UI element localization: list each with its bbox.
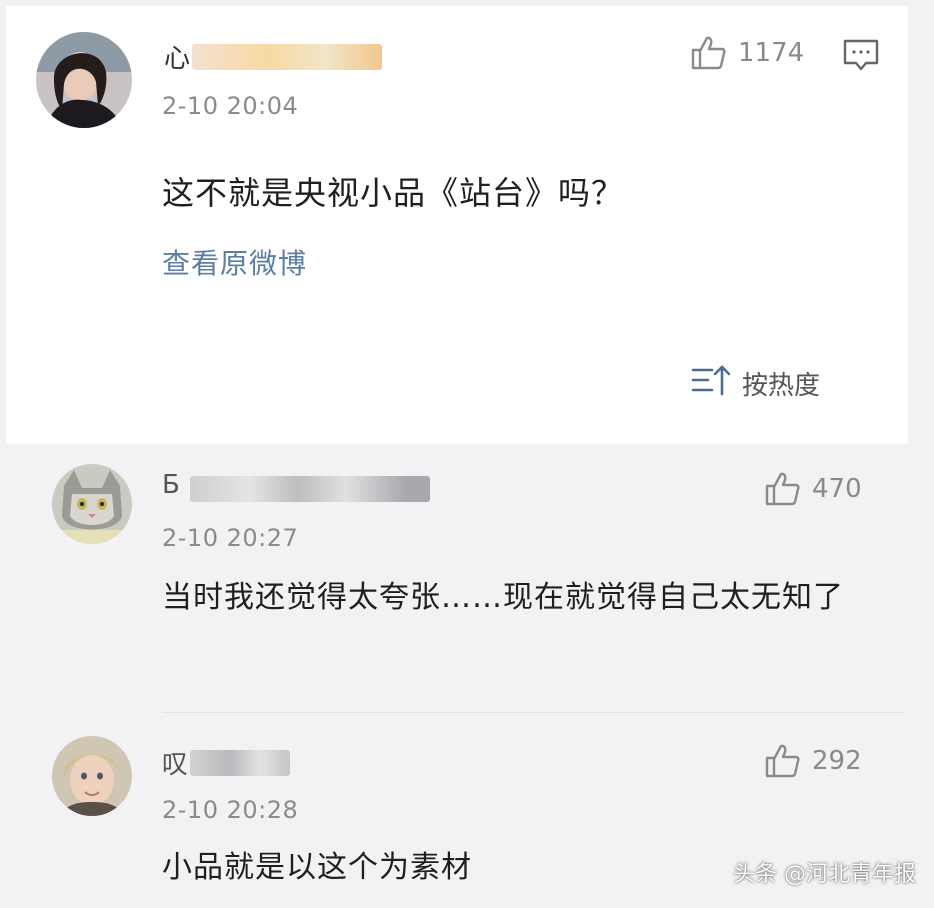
- weibo-comments-screenshot: 心 2-10 20:04 1174 这不就是央视小品《站台》吗？ 查看原微博 按…: [0, 0, 934, 908]
- watermark: 头条 @河北青年报: [733, 862, 916, 887]
- like-count: 470: [812, 474, 862, 504]
- sort-label: 按热度: [742, 371, 821, 401]
- username-blurred: [190, 476, 430, 502]
- username-blurred: [190, 750, 290, 776]
- comment-time: 2-10 20:27: [162, 524, 299, 552]
- comment-bubble-icon[interactable]: [842, 36, 880, 78]
- thumbs-up-icon: [690, 34, 728, 72]
- avatar[interactable]: [36, 32, 132, 128]
- comment-text: 当时我还觉得太夸张……现在就觉得自己太无知了: [162, 580, 844, 615]
- main-post-card: 心 2-10 20:04 1174 这不就是央视小品《站台》吗？ 查看原微博 按…: [6, 6, 908, 444]
- sort-icon: [690, 362, 734, 405]
- divider: [162, 712, 904, 713]
- view-original-link[interactable]: 查看原微博: [162, 242, 307, 282]
- username[interactable]: 叹: [162, 744, 188, 781]
- thumbs-up-icon: [764, 470, 802, 508]
- username[interactable]: Б: [162, 470, 180, 500]
- username-blurred: [192, 44, 382, 70]
- avatar[interactable]: [52, 736, 132, 816]
- like-button[interactable]: 1174: [690, 34, 804, 72]
- like-button[interactable]: 292: [764, 742, 862, 780]
- comment-text: 小品就是以这个为素材: [162, 850, 472, 885]
- comment-time: 2-10 20:28: [162, 796, 299, 824]
- sort-button[interactable]: 按热度: [690, 362, 820, 405]
- like-count: 1174: [738, 38, 805, 68]
- thumbs-up-icon: [764, 742, 802, 780]
- like-count: 292: [812, 746, 862, 776]
- like-button[interactable]: 470: [764, 470, 862, 508]
- post-text: 这不就是央视小品《站台》吗？: [162, 174, 625, 212]
- username[interactable]: 心: [164, 38, 190, 75]
- post-time: 2-10 20:04: [162, 92, 299, 120]
- avatar[interactable]: [52, 464, 132, 544]
